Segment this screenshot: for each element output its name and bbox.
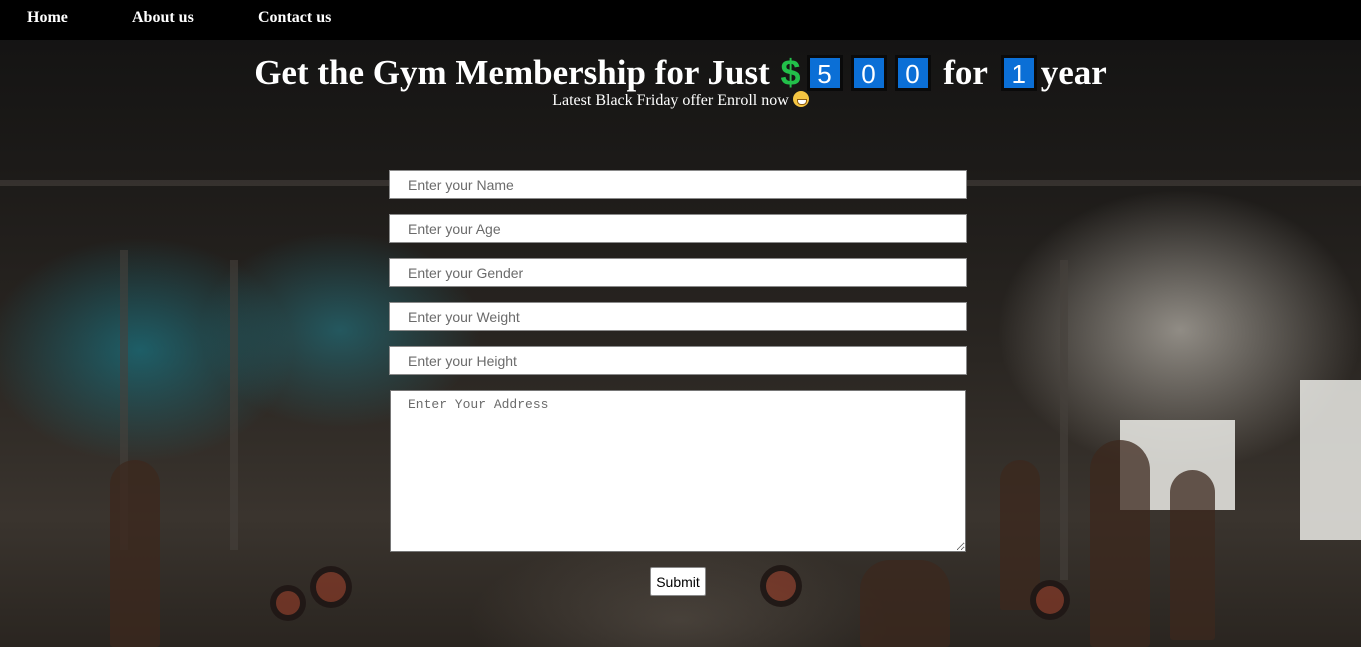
page-headline: Get the Gym Membership for Just $5 0 0 for… xyxy=(0,48,1361,95)
weight-plate xyxy=(760,565,802,607)
address-textarea[interactable] xyxy=(390,390,966,552)
gender-input[interactable] xyxy=(389,258,967,287)
rig-post xyxy=(230,260,238,550)
person-silhouette xyxy=(110,460,160,647)
headline-prefix: Get the Gym Membership for Just xyxy=(254,52,770,92)
offer-subtitle: Latest Black Friday offer Enroll now xyxy=(0,91,1361,110)
weight-plate xyxy=(310,566,352,608)
age-input[interactable] xyxy=(389,214,967,243)
submit-button[interactable]: Submit xyxy=(650,567,706,596)
dollar-sign: $ xyxy=(780,51,801,93)
nav-link-contact-us[interactable]: Contact us xyxy=(258,9,331,27)
nav-link-home[interactable]: Home xyxy=(27,9,68,27)
whiteboard xyxy=(1300,380,1361,540)
height-input[interactable] xyxy=(389,346,967,375)
headline-suffix: year xyxy=(1040,52,1107,92)
rig-post xyxy=(1060,260,1068,580)
price-digit: 5 xyxy=(806,54,843,91)
grinning-face-icon xyxy=(792,91,809,107)
weight-plate xyxy=(270,585,306,621)
price-digit: 0 xyxy=(894,54,931,91)
weight-input[interactable] xyxy=(389,302,967,331)
person-silhouette xyxy=(1090,440,1150,647)
person-silhouette xyxy=(1170,470,1215,640)
duration-digit: 1 xyxy=(1000,54,1037,91)
top-navbar: Home About us Contact us xyxy=(0,0,1361,40)
price-digit: 0 xyxy=(850,54,887,91)
name-input[interactable] xyxy=(389,170,967,199)
nav-link-about-us[interactable]: About us xyxy=(132,9,194,27)
offer-subtitle-text: Latest Black Friday offer Enroll now xyxy=(552,92,789,109)
person-silhouette xyxy=(860,560,950,647)
headline-middle: for xyxy=(943,52,988,92)
weight-plate xyxy=(1030,580,1070,620)
